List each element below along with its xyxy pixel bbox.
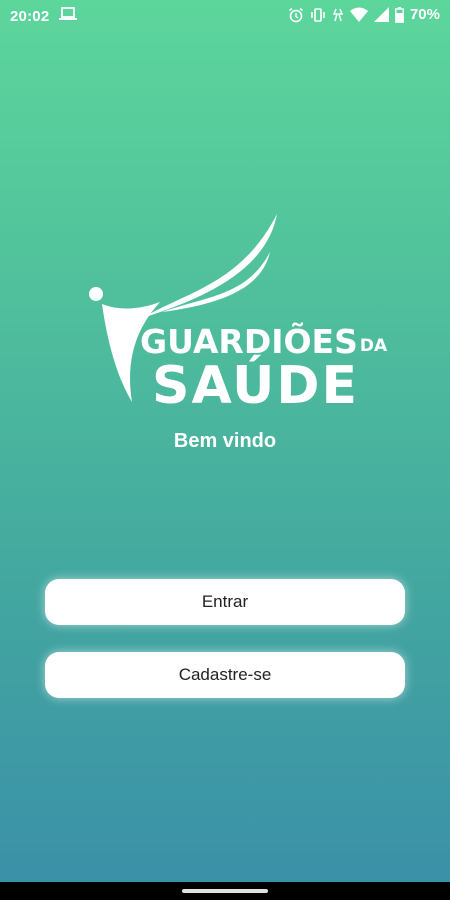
battery-icon [395, 6, 404, 23]
battery-percent: 70% [409, 6, 440, 23]
logo-subtitle: SAÚDE [152, 356, 360, 416]
vibrate-icon [310, 7, 326, 23]
app-logo: GUARDIÕES DA SAÚDE [82, 212, 387, 417]
signal-icon [373, 7, 389, 22]
data-saver-icon [332, 7, 344, 23]
status-time: 20:02 [10, 7, 50, 25]
alarm-icon [288, 7, 304, 23]
home-indicator[interactable] [182, 889, 268, 893]
welcome-text: Bem vindo [173, 430, 277, 452]
signup-button[interactable]: Cadastre-se [45, 652, 405, 698]
status-bar: 20:02 70% [0, 0, 450, 32]
login-button[interactable]: Entrar [45, 579, 405, 625]
wifi-icon [349, 7, 368, 22]
laptop-icon [59, 7, 78, 25]
navigation-bar [0, 882, 450, 900]
